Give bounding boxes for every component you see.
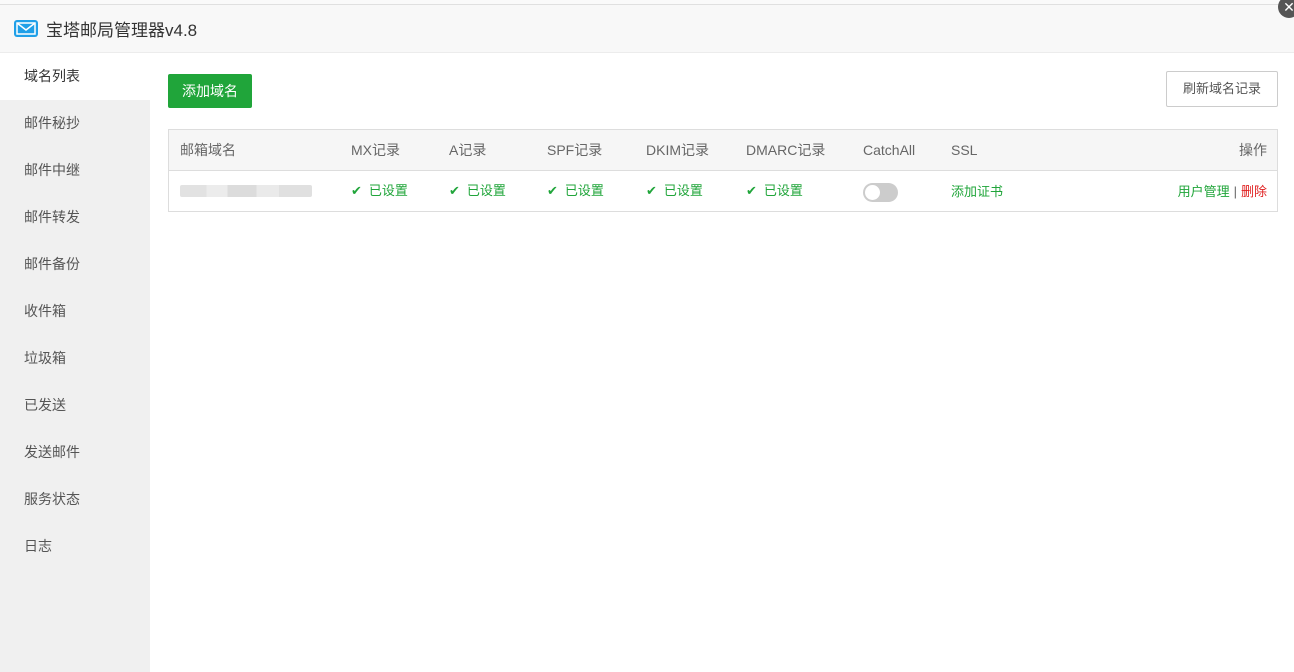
sidebar-item-mail-forward[interactable]: 邮件转发 xyxy=(0,194,150,241)
sidebar-item-mail-bcc[interactable]: 邮件秘抄 xyxy=(0,100,150,147)
header-dmarc: DMARC记录 xyxy=(746,142,826,158)
sidebar: 域名列表 邮件秘抄 邮件中继 邮件转发 邮件备份 收件箱 垃圾箱 已发送 发送邮… xyxy=(0,53,150,672)
mx-status: ✔ 已设置 xyxy=(351,171,408,211)
header-domain: 邮箱域名 xyxy=(180,142,236,158)
ssl-cell: 添加证书 xyxy=(951,171,1003,211)
dkim-status: ✔ 已设置 xyxy=(646,171,703,211)
operations-cell: 用户管理 | 删除 xyxy=(1178,171,1267,211)
sidebar-item-mail-backup[interactable]: 邮件备份 xyxy=(0,241,150,288)
catchall-cell xyxy=(863,171,898,211)
sidebar-item-spam[interactable]: 垃圾箱 xyxy=(0,335,150,382)
delete-link[interactable]: 删除 xyxy=(1241,184,1267,199)
catchall-toggle[interactable] xyxy=(863,182,898,202)
check-icon: ✔ xyxy=(746,183,757,198)
mail-icon xyxy=(14,20,38,37)
a-status: ✔ 已设置 xyxy=(449,171,506,211)
sidebar-item-mail-relay[interactable]: 邮件中继 xyxy=(0,147,150,194)
header-operations: 操作 xyxy=(1239,142,1267,158)
check-icon: ✔ xyxy=(449,183,460,198)
header-a: A记录 xyxy=(449,142,487,158)
spf-status: ✔ 已设置 xyxy=(547,171,604,211)
domain-cell xyxy=(180,171,312,211)
check-icon: ✔ xyxy=(646,183,657,198)
sidebar-item-send-mail[interactable]: 发送邮件 xyxy=(0,429,150,476)
header-spf: SPF记录 xyxy=(547,142,603,158)
header-catchall: CatchAll xyxy=(863,142,916,158)
user-management-link[interactable]: 用户管理 xyxy=(1178,184,1230,199)
check-icon: ✔ xyxy=(351,183,362,198)
mail-manager-window: 宝塔邮局管理器v4.8 ✕ 域名列表 邮件秘抄 邮件中继 邮件转发 邮件备份 收… xyxy=(0,0,1294,672)
toggle-knob xyxy=(865,184,880,200)
sidebar-item-inbox[interactable]: 收件箱 xyxy=(0,288,150,335)
check-icon: ✔ xyxy=(547,183,558,198)
refresh-domain-records-button[interactable]: 刷新域名记录 xyxy=(1166,71,1278,107)
header-mx: MX记录 xyxy=(351,142,400,158)
title-bar: 宝塔邮局管理器v4.8 xyxy=(0,5,1294,53)
main-content: 添加域名 刷新域名记录 邮箱域名 MX记录 A记录 SPF记录 DKIM记录 D… xyxy=(150,53,1294,672)
table-header: 邮箱域名 MX记录 A记录 SPF记录 DKIM记录 DMARC记录 Catch… xyxy=(169,130,1277,171)
header-dkim: DKIM记录 xyxy=(646,142,709,158)
sidebar-item-logs[interactable]: 日志 xyxy=(0,523,150,570)
header-ssl: SSL xyxy=(951,142,978,158)
sidebar-item-domain-list[interactable]: 域名列表 xyxy=(0,53,150,100)
op-separator: | xyxy=(1233,184,1237,199)
sidebar-item-sent[interactable]: 已发送 xyxy=(0,382,150,429)
window-title: 宝塔邮局管理器v4.8 xyxy=(46,21,198,40)
add-certificate-link[interactable]: 添加证书 xyxy=(951,184,1003,199)
redacted-domain xyxy=(180,185,312,198)
sidebar-item-service-status[interactable]: 服务状态 xyxy=(0,476,150,523)
dmarc-status: ✔ 已设置 xyxy=(746,171,803,211)
domain-table: 邮箱域名 MX记录 A记录 SPF记录 DKIM记录 DMARC记录 Catch… xyxy=(168,129,1278,212)
table-row: ✔ 已设置 ✔ 已设置 ✔ 已设置 ✔ 已设置 ✔ 已设置 添加证书 用户管理 | 删除 xyxy=(169,171,1277,211)
add-domain-button[interactable]: 添加域名 xyxy=(168,74,252,108)
